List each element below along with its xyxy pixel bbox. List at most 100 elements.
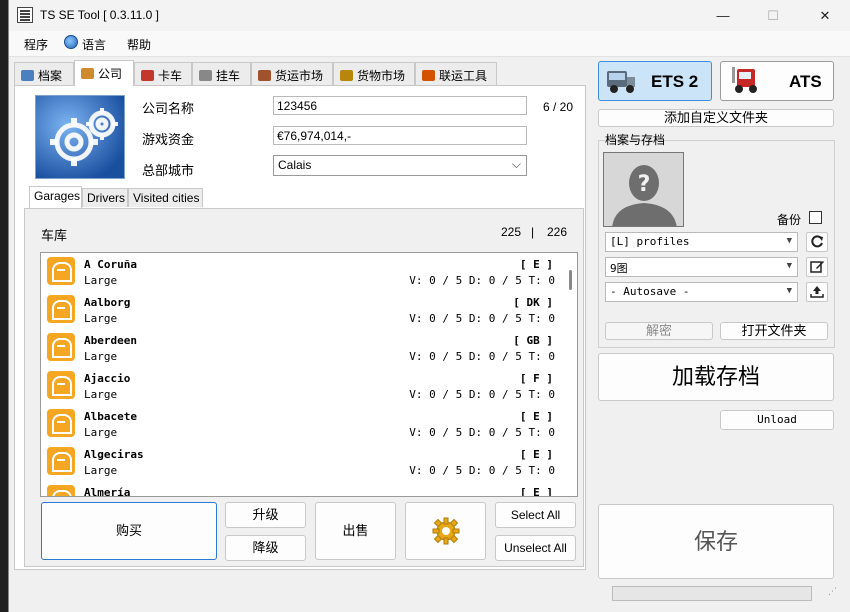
garage-stats: V: 0 / 5 D: 0 / 5 T: 0 — [409, 388, 555, 401]
tab-freight-market[interactable]: 货运市场 — [251, 62, 333, 85]
cargo-market-icon — [340, 70, 353, 81]
hq-city-value: Calais — [278, 158, 312, 172]
sell-button[interactable]: 出售 — [315, 502, 396, 560]
profile-select[interactable]: 9图 ▼ — [605, 257, 798, 277]
unknown-user-icon: ? — [604, 153, 683, 226]
garage-city: Aberdeen — [84, 334, 137, 347]
garages-scrollbar[interactable] — [565, 253, 577, 496]
open-folder-button[interactable]: 打开文件夹 — [720, 322, 828, 340]
tab-trucks[interactable]: 卡车 — [134, 62, 192, 85]
garage-country: [ F ] — [519, 372, 553, 385]
list-item[interactable]: Albacete Large [ E ] V: 0 / 5 D: 0 / 5 T… — [41, 405, 565, 443]
load-save-button[interactable]: 加载存档 — [598, 353, 834, 401]
garage-stats: V: 0 / 5 D: 0 / 5 T: 0 — [409, 350, 555, 363]
garages-title: 车库 — [41, 228, 68, 243]
company-name-label: 公司名称 — [142, 101, 195, 116]
company-name-field[interactable]: 123456 — [273, 96, 527, 115]
garage-city: Albacete — [84, 410, 137, 423]
save-select[interactable]: - Autosave - ▼ — [605, 282, 798, 302]
garages-list[interactable]: A Coruña Large [ E ] V: 0 / 5 D: 0 / 5 T… — [40, 252, 578, 497]
save-value: - Autosave - — [610, 285, 690, 298]
ets2-truck-icon — [607, 71, 635, 93]
gear-icon — [432, 517, 460, 545]
tab-company-label: 公司 — [98, 67, 123, 81]
ats-label: ATS — [789, 72, 822, 91]
garage-country: [ E ] — [519, 410, 553, 423]
company-panel: 公司名称 123456 6 / 20 游戏资金 €76,974,014,- 总部… — [14, 85, 586, 570]
menu-program[interactable]: 程序 — [24, 36, 48, 53]
list-item[interactable]: Almería [ E ] — [41, 481, 565, 497]
list-item[interactable]: Aberdeen Large [ GB ] V: 0 / 5 D: 0 / 5 … — [41, 329, 565, 367]
close-button[interactable]: ✕ — [802, 0, 848, 31]
garage-country: [ E ] — [519, 486, 553, 497]
maximize-button[interactable]: ☐ — [750, 0, 796, 31]
tab-profile-label: 档案 — [38, 69, 63, 83]
garage-icon — [47, 485, 75, 496]
profile-avatar: ? — [603, 152, 684, 227]
hq-city-select[interactable]: Calais ⌵ — [273, 155, 527, 176]
garage-city: Aalborg — [84, 296, 131, 309]
dropdown-arrow-icon: ▼ — [786, 286, 792, 296]
company-name-counter: 6 / 20 — [543, 100, 574, 114]
garages-count-total: 226 — [547, 225, 568, 239]
garage-country: [ DK ] — [513, 296, 553, 309]
decrypt-button[interactable]: 解密 — [605, 322, 713, 340]
menu-language[interactable]: 语言 — [82, 36, 106, 53]
tab-trailers[interactable]: 挂车 — [192, 62, 251, 85]
settings-button[interactable] — [405, 502, 486, 560]
profile-folder-value: [L] profiles — [610, 235, 690, 248]
upgrade-button[interactable]: 升级 — [225, 502, 306, 528]
refresh-button[interactable] — [806, 232, 828, 252]
garage-icon — [47, 257, 75, 285]
unselect-all-button[interactable]: Unselect All — [495, 535, 576, 561]
export-save-button[interactable] — [806, 282, 828, 302]
tab-trucks-label: 卡车 — [158, 69, 183, 83]
profile-folder-select[interactable]: [L] profiles ▼ — [605, 232, 798, 252]
ets2-game-button[interactable]: ETS 2 — [598, 61, 712, 101]
backup-label: 备份 — [777, 213, 802, 227]
downgrade-button[interactable]: 降级 — [225, 535, 306, 561]
unload-button[interactable]: Unload — [720, 410, 834, 430]
list-item[interactable]: Aalborg Large [ DK ] V: 0 / 5 D: 0 / 5 T… — [41, 291, 565, 329]
subtab-drivers[interactable]: Drivers — [82, 188, 128, 207]
globe-icon — [64, 35, 78, 49]
select-all-button[interactable]: Select All — [495, 502, 576, 528]
garage-city: A Coruña — [84, 258, 137, 271]
minimize-button[interactable]: — — [700, 0, 746, 31]
garage-size: Large — [84, 426, 118, 439]
dropdown-arrow-icon: ▼ — [786, 236, 792, 246]
tab-profile[interactable]: 档案 — [14, 62, 74, 85]
tab-convoy-tools[interactable]: 联运工具 — [415, 62, 497, 85]
company-logo[interactable] — [35, 95, 125, 179]
truck-icon — [141, 70, 154, 81]
refresh-icon — [811, 235, 823, 248]
menu-help[interactable]: 帮助 — [127, 36, 151, 53]
ats-game-button[interactable]: ATS — [720, 61, 834, 101]
list-item[interactable]: Ajaccio Large [ F ] V: 0 / 5 D: 0 / 5 T:… — [41, 367, 565, 405]
list-item[interactable]: A Coruña Large [ E ] V: 0 / 5 D: 0 / 5 T… — [41, 253, 565, 291]
subtab-visited-cities[interactable]: Visited cities — [128, 188, 203, 207]
tab-cargo-market-label: 货物市场 — [357, 69, 406, 83]
profiles-group-label: 档案与存档 — [605, 133, 666, 147]
upload-icon — [810, 286, 824, 298]
profile-icon — [21, 70, 34, 81]
scrollbar-thumb[interactable] — [569, 270, 572, 290]
subtab-garages[interactable]: Garages — [29, 186, 82, 208]
garage-country: [ GB ] — [513, 334, 553, 347]
tab-cargo-market[interactable]: 货物市场 — [333, 62, 415, 85]
money-field[interactable]: €76,974,014,- — [273, 126, 527, 145]
title-bar: TS SE Tool [ 0.3.11.0 ] — ☐ ✕ — [9, 0, 850, 31]
edit-profile-button[interactable] — [806, 257, 828, 277]
garage-stats: V: 0 / 5 D: 0 / 5 T: 0 — [409, 274, 555, 287]
dropdown-arrow-icon: ▼ — [786, 261, 792, 271]
money-label: 游戏资金 — [142, 132, 195, 147]
list-item[interactable]: Algeciras Large [ E ] V: 0 / 5 D: 0 / 5 … — [41, 443, 565, 481]
tab-company[interactable]: 公司 — [74, 60, 134, 86]
add-custom-folder-button[interactable]: 添加自定义文件夹 — [598, 109, 834, 127]
backup-checkbox[interactable] — [809, 211, 822, 224]
buy-button[interactable]: 购买 — [41, 502, 217, 560]
garage-city: Algeciras — [84, 448, 144, 461]
save-button[interactable]: 保存 — [598, 504, 834, 579]
tab-freight-market-label: 货运市场 — [275, 69, 324, 83]
resize-grip-icon[interactable]: ⋰ — [828, 586, 838, 596]
